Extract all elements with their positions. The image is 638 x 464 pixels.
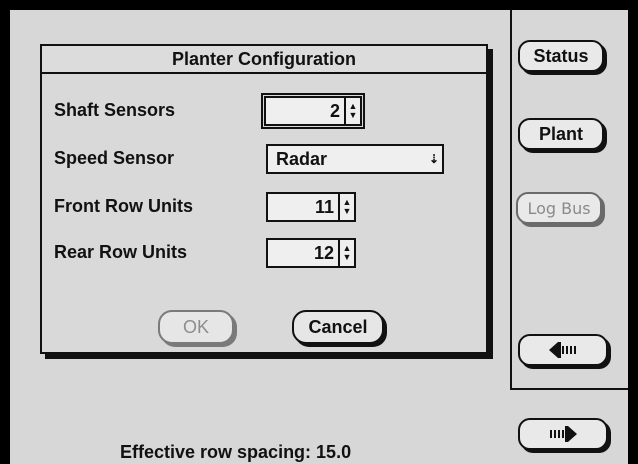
shaft-sensors-label: Shaft Sensors — [54, 100, 176, 120]
log-bus-button[interactable]: Log Bus — [516, 192, 602, 224]
front-row-units-spinner-icon[interactable]: ▲ ▼ — [338, 194, 354, 220]
back-button[interactable] — [518, 334, 608, 366]
dialog-titlebar: Planter Configuration — [42, 46, 486, 74]
speed-sensor-value: Radar — [276, 148, 328, 169]
front-row-units-field[interactable]: 11 ▲ ▼ — [266, 192, 356, 222]
effective-row-spacing-text: Effective row spacing: 15.0 — [120, 442, 352, 462]
plant-button[interactable]: Plant — [518, 118, 604, 150]
front-row-units-label: Front Row Units — [54, 196, 193, 216]
status-button[interactable]: Status — [518, 40, 604, 72]
screen: Status Plant Log Bus Planter Configurati… — [10, 10, 628, 464]
arrow-left-icon — [549, 342, 576, 358]
shaft-sensors-value: 2 — [329, 100, 340, 121]
shaft-sensors-field[interactable]: 2 ▲ ▼ — [261, 93, 365, 129]
speed-sensor-label: Speed Sensor — [54, 148, 175, 168]
rear-row-units-spinner-icon[interactable]: ▲ ▼ — [338, 240, 354, 266]
plant-button-label: Plant — [538, 123, 583, 144]
status-button-label: Status — [533, 45, 589, 66]
dialog-title: Planter Configuration — [166, 48, 362, 70]
cancel-button-label: Cancel — [308, 316, 368, 337]
dropdown-arrow-icon[interactable]: ⇣ — [426, 146, 442, 172]
speed-sensor-select[interactable]: Radar ⇣ — [266, 144, 444, 174]
rear-row-units-field[interactable]: 12 ▲ ▼ — [266, 238, 356, 268]
front-row-units-value: 11 — [314, 196, 334, 217]
cancel-button[interactable]: Cancel — [292, 310, 384, 344]
shaft-sensors-spinner-icon[interactable]: ▲ ▼ — [344, 98, 360, 124]
ok-button-label: OK — [182, 316, 209, 337]
ok-button[interactable]: OK — [158, 310, 234, 344]
planter-configuration-dialog: Planter Configuration Shaft Sensors 2 ▲ ▼… — [40, 44, 488, 354]
log-bus-button-label: Log Bus — [527, 198, 591, 218]
rear-row-units-value: 12 — [313, 242, 334, 263]
rear-row-units-label: Rear Row Units — [54, 242, 188, 262]
arrow-right-icon — [550, 426, 577, 442]
next-button[interactable] — [518, 418, 608, 450]
